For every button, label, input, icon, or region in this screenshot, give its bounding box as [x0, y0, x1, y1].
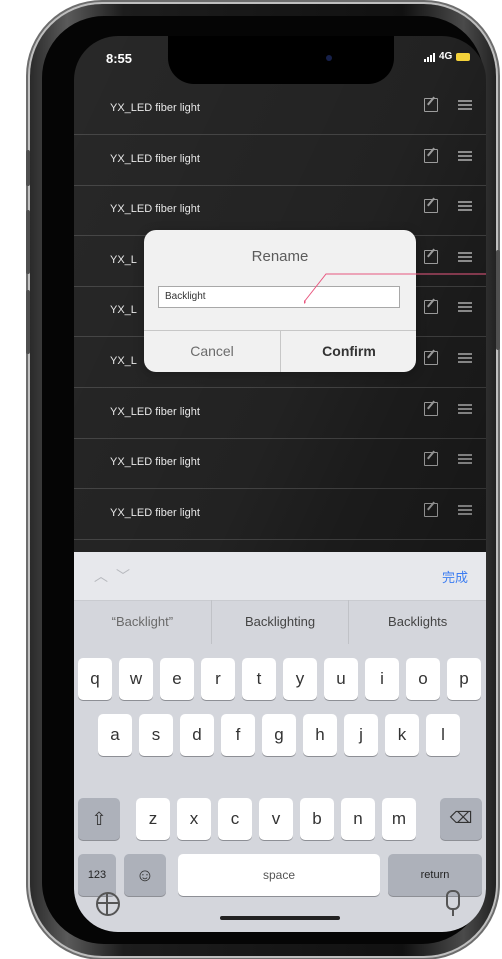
- confirm-button[interactable]: Confirm: [281, 336, 417, 366]
- front-camera: [326, 55, 332, 61]
- key-m[interactable]: m: [382, 798, 416, 840]
- suggestion-bar: “Backlight” Backlighting Backlights: [74, 600, 486, 644]
- annotation-leader-line: [304, 273, 486, 304]
- key-c[interactable]: c: [218, 798, 252, 840]
- key-g[interactable]: g: [262, 714, 296, 756]
- suggestion-item[interactable]: “Backlight”: [74, 600, 212, 644]
- globe-icon[interactable]: [96, 892, 120, 916]
- key-u[interactable]: u: [324, 658, 358, 700]
- return-key[interactable]: return: [388, 854, 482, 896]
- volume-down-button: [26, 290, 30, 354]
- notch: [168, 36, 394, 84]
- key-a[interactable]: a: [98, 714, 132, 756]
- microphone-stand-icon: [452, 910, 454, 916]
- key-w[interactable]: w: [119, 658, 153, 700]
- suggestion-item[interactable]: Backlights: [349, 600, 486, 644]
- key-s[interactable]: s: [139, 714, 173, 756]
- phone-screen: YX_LED fiber lightYX_LED fiber lightYX_L…: [74, 36, 486, 932]
- key-p[interactable]: p: [447, 658, 481, 700]
- signal-icon: [424, 52, 435, 62]
- key-z[interactable]: z: [136, 798, 170, 840]
- key-t[interactable]: t: [242, 658, 276, 700]
- key-j[interactable]: j: [344, 714, 378, 756]
- key-q[interactable]: q: [78, 658, 112, 700]
- cancel-button[interactable]: Cancel: [144, 336, 280, 366]
- keyboard-toolbar: ︿﹀ 完成: [74, 552, 486, 601]
- emoji-key[interactable]: ☺: [124, 854, 166, 896]
- key-v[interactable]: v: [259, 798, 293, 840]
- key-d[interactable]: d: [180, 714, 214, 756]
- field-nav-arrows-icon[interactable]: ︿﹀: [94, 566, 138, 586]
- home-indicator: [220, 916, 340, 920]
- microphone-icon[interactable]: [446, 890, 460, 910]
- key-h[interactable]: h: [303, 714, 337, 756]
- status-time: 8:55: [106, 51, 133, 66]
- key-i[interactable]: i: [365, 658, 399, 700]
- battery-icon: [456, 52, 471, 61]
- key-f[interactable]: f: [221, 714, 255, 756]
- power-button: [496, 250, 500, 350]
- shift-key[interactable]: ⇧: [78, 798, 120, 840]
- network-label: 4G: [439, 51, 453, 62]
- space-key[interactable]: space: [178, 854, 380, 896]
- status-indicators: 4G: [424, 51, 471, 62]
- keyboard: ︿﹀ 完成 “Backlight” Backlighting Backlight…: [74, 552, 486, 932]
- key-e[interactable]: e: [160, 658, 194, 700]
- suggestion-item[interactable]: Backlighting: [212, 600, 350, 644]
- volume-up-button: [26, 210, 30, 274]
- delete-key[interactable]: ⌫: [440, 798, 482, 840]
- key-r[interactable]: r: [201, 658, 235, 700]
- key-b[interactable]: b: [300, 798, 334, 840]
- numbers-key[interactable]: 123: [78, 854, 116, 896]
- mute-switch: [26, 150, 30, 186]
- key-y[interactable]: y: [283, 658, 317, 700]
- key-l[interactable]: l: [426, 714, 460, 756]
- key-n[interactable]: n: [341, 798, 375, 840]
- key-k[interactable]: k: [385, 714, 419, 756]
- done-button[interactable]: 完成: [442, 567, 468, 586]
- key-o[interactable]: o: [406, 658, 440, 700]
- dialog-title: Rename: [251, 248, 309, 265]
- key-x[interactable]: x: [177, 798, 211, 840]
